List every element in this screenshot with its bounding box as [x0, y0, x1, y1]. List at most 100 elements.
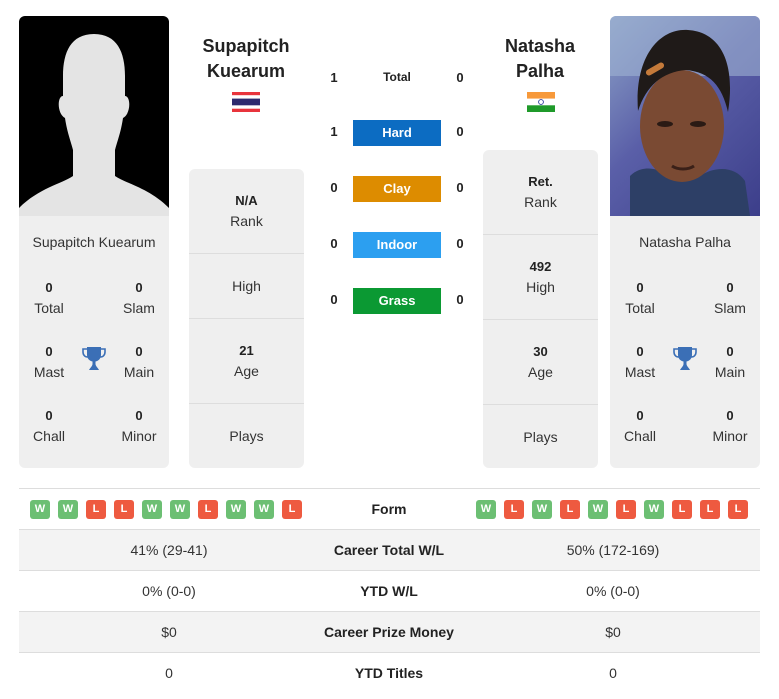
info-label: Plays — [229, 428, 264, 444]
player1-mast-titles: 0 Mast — [19, 342, 79, 382]
player2-name-heading[interactable]: Natasha Palha — [470, 34, 610, 84]
name-line: Natasha — [504, 36, 576, 56]
info-label: High — [526, 279, 555, 295]
player1-total-titles: 0 Total — [19, 278, 79, 318]
info-label: High — [232, 278, 261, 294]
player1-slam-titles: 0 Slam — [109, 278, 169, 318]
stat-value: 0 — [726, 344, 734, 359]
info-value: 30 — [533, 344, 548, 359]
form-win-badge[interactable]: W — [644, 500, 664, 519]
form-win-badge[interactable]: W — [226, 500, 246, 519]
player2-photo — [610, 16, 760, 216]
form-win-badge[interactable]: W — [588, 500, 608, 519]
form-loss-badge[interactable]: L — [114, 500, 134, 519]
form-win-badge[interactable]: W — [476, 500, 496, 519]
player2-minor-titles: 0 Minor — [700, 406, 760, 446]
surface-indoor-button[interactable]: Indoor — [353, 232, 441, 258]
stat-label: Minor — [712, 428, 748, 444]
stat-label: Mast — [624, 364, 656, 380]
stat-value: 0 — [135, 408, 143, 423]
player1-name-heading[interactable]: Supapitch Kuearum — [176, 34, 316, 84]
trophy-icon — [82, 347, 106, 370]
form-loss-badge[interactable]: L — [86, 500, 106, 519]
form-win-badge[interactable]: W — [532, 500, 552, 519]
stat-label: Chall — [33, 428, 65, 444]
player1-career-wl: 41% (29-41) — [130, 542, 208, 558]
player1-ytd-titles: 0 — [165, 665, 173, 681]
player1-high: High — [189, 254, 304, 319]
info-value: Ret. — [528, 174, 553, 189]
player2-main-titles: 0 Main — [700, 342, 760, 382]
name-line: Supapitch — [202, 36, 290, 56]
info-value: 492 — [529, 259, 552, 274]
h2h-p2-count: 0 — [456, 70, 464, 85]
stat-label: Total — [34, 300, 64, 316]
stat-label: Slam — [123, 300, 155, 316]
form-loss-badge[interactable]: L — [672, 500, 692, 519]
name-line: Palha — [515, 61, 565, 81]
info-label: Plays — [523, 429, 558, 445]
career-wl-label: Career Total W/L — [333, 542, 445, 558]
surface-clay-button[interactable]: Clay — [353, 176, 441, 202]
form-loss-badge[interactable]: L — [504, 500, 524, 519]
form-win-badge[interactable]: W — [30, 500, 50, 519]
form-loss-badge[interactable]: L — [198, 500, 218, 519]
h2h-p2-count: 0 — [456, 292, 464, 307]
stat-value: 0 — [636, 344, 644, 359]
player1-photo — [19, 16, 169, 216]
surface-grass-button[interactable]: Grass — [353, 288, 441, 314]
career-wl-row: 41% (29-41) Career Total W/L 50% (172-16… — [19, 529, 760, 570]
stat-value: 0 — [135, 344, 143, 359]
h2h-p1-count: 0 — [330, 180, 338, 195]
player2-total-titles: 0 Total — [610, 278, 670, 318]
info-value: N/A — [235, 193, 258, 208]
form-win-badge[interactable]: W — [58, 500, 78, 519]
form-loss-badge[interactable]: L — [728, 500, 748, 519]
stat-label: Main — [123, 364, 155, 380]
player1-info-card: N/A Rank High 21 Age Plays — [189, 169, 304, 468]
prize-row: $0 Career Prize Money $0 — [19, 611, 760, 652]
stat-label: Total — [625, 300, 655, 316]
h2h-p1-count: 0 — [330, 292, 338, 307]
h2h-p2-count: 0 — [456, 236, 464, 251]
player2-name-label: Natasha Palha — [639, 234, 731, 250]
player1-ytd-wl: 0% (0-0) — [142, 583, 196, 599]
form-loss-badge[interactable]: L — [560, 500, 580, 519]
form-win-badge[interactable]: W — [254, 500, 274, 519]
player2-ytd-titles: 0 — [609, 665, 617, 681]
h2h-p2-count: 0 — [456, 124, 464, 139]
stat-value: 0 — [726, 280, 734, 295]
player1-plays: Plays — [189, 404, 304, 468]
form-loss-badge[interactable]: L — [700, 500, 720, 519]
player2-titles-card: Natasha Palha 0 Total 0 Slam 0 Mast 0 Ma… — [610, 216, 760, 468]
player2-career-wl: 50% (172-169) — [566, 542, 660, 558]
form-win-badge[interactable]: W — [170, 500, 190, 519]
name-line: Kuearum — [206, 61, 286, 81]
player2-form: WLWLWLWLLL — [476, 500, 748, 519]
h2h-total-label: Total — [383, 70, 411, 84]
thailand-flag-icon — [232, 92, 260, 112]
stat-value: 0 — [726, 408, 734, 423]
h2h-indoor-row: 0 Indoor 0 — [320, 232, 480, 258]
stat-value: 0 — [45, 344, 53, 359]
form-row: WWLLWWLWWL Form WLWLWLWLLL — [19, 488, 760, 529]
stat-label: Minor — [121, 428, 157, 444]
player1-rank: N/A Rank — [189, 169, 304, 254]
player1-name-label: Supapitch Kuearum — [32, 234, 156, 250]
form-loss-badge[interactable]: L — [616, 500, 636, 519]
comparison-table: WWLLWWLWWL Form WLWLWLWLLL 41% (29-41) C… — [19, 488, 760, 693]
stat-value: 0 — [636, 408, 644, 423]
form-win-badge[interactable]: W — [142, 500, 162, 519]
player2-high: 492 High — [483, 235, 598, 320]
stat-value: 0 — [135, 280, 143, 295]
info-label: Age — [528, 364, 553, 380]
h2h-p2-count: 0 — [456, 180, 464, 195]
stat-value: 0 — [636, 280, 644, 295]
player2-slam-titles: 0 Slam — [700, 278, 760, 318]
h2h-p1-count: 1 — [330, 70, 338, 85]
h2h-hard-row: 1 Hard 0 — [320, 120, 480, 146]
player1-form: WWLLWWLWWL — [30, 500, 302, 519]
player2-info-card: Ret. Rank 492 High 30 Age Plays — [483, 150, 598, 468]
silhouette-icon — [19, 34, 169, 216]
surface-hard-button[interactable]: Hard — [353, 120, 441, 146]
